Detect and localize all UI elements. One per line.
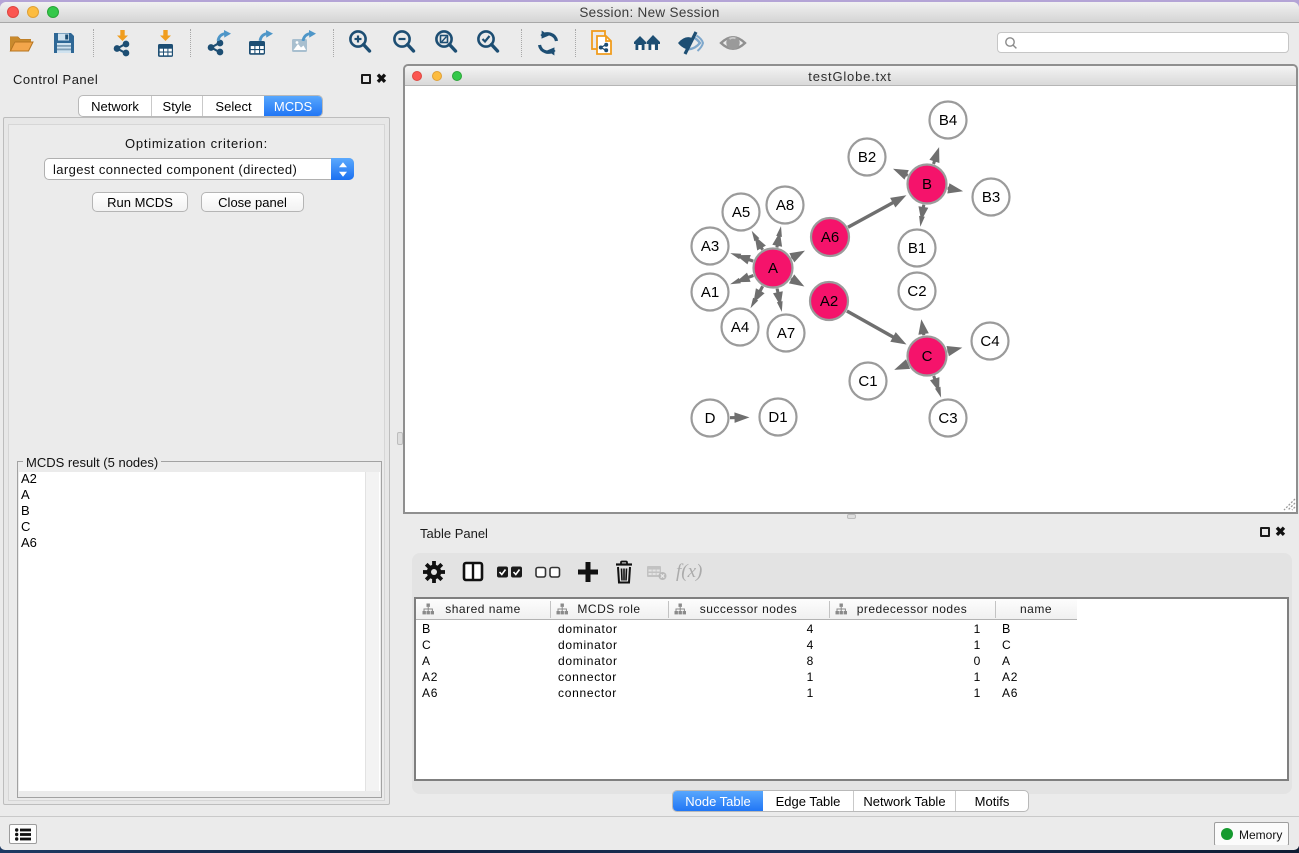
- svg-text:C4: C4: [980, 333, 999, 350]
- svg-text:A5: A5: [732, 204, 750, 221]
- svg-text:A: A: [768, 260, 778, 277]
- svg-text:C2: C2: [907, 283, 926, 300]
- svg-text:A1: A1: [701, 284, 719, 301]
- svg-text:B1: B1: [908, 240, 926, 257]
- svg-text:B: B: [922, 176, 932, 193]
- svg-text:C3: C3: [938, 410, 957, 427]
- svg-text:C: C: [922, 348, 933, 365]
- svg-text:A4: A4: [731, 319, 749, 336]
- svg-text:B2: B2: [858, 149, 876, 166]
- svg-text:A6: A6: [821, 229, 839, 246]
- svg-text:B3: B3: [982, 189, 1000, 206]
- svg-text:D1: D1: [768, 409, 787, 426]
- svg-text:A2: A2: [820, 293, 838, 310]
- svg-text:B4: B4: [939, 112, 957, 129]
- svg-text:A7: A7: [777, 325, 795, 342]
- svg-text:A8: A8: [776, 197, 794, 214]
- svg-text:C1: C1: [858, 373, 877, 390]
- svg-text:A3: A3: [701, 238, 719, 255]
- svg-text:D: D: [705, 410, 716, 427]
